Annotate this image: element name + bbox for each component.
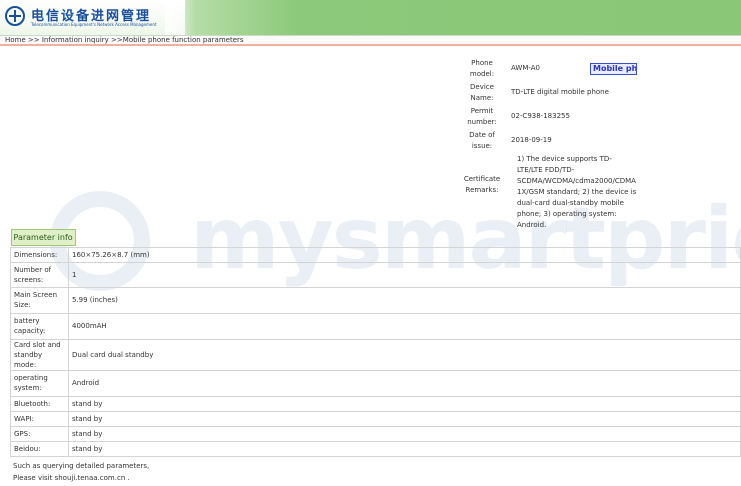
parameter-info-header: Parameter info [10,228,76,246]
table-row: Card slot and standby mode: Dual card du… [10,338,741,371]
device-name-value: TD-LTE digital mobile phone [511,88,609,96]
footer-line-2[interactable]: Please visit shouji.tenaa.com.cn . [13,472,149,484]
table-row: Dimensions: 160×75.26×8.7 (mm) [10,246,741,263]
date-value: 2018-09-19 [511,136,552,144]
date-label: Date of issue: [469,131,495,150]
device-info: Phone model: AWM-A0 Mobile phone Device … [460,56,740,229]
info-row-date: Date of issue: 2018-09-19 [460,128,740,152]
param-label: Card slot and standby mode: [10,338,69,371]
param-value: stand by [68,410,741,427]
param-label: GPS: [10,425,69,442]
table-row: operating system: Android [10,369,741,397]
device-name-label: Device Name: [470,83,494,102]
table-row: Number of screens: 1 [10,261,741,288]
banner-streak [165,0,195,35]
mobile-phone-button[interactable]: Mobile phone [590,63,637,75]
table-row: Beidou: stand by [10,440,741,457]
param-value: stand by [68,440,741,457]
table-header-row: Parameter info [10,228,741,247]
param-label: WAPI: [10,410,69,427]
param-value: stand by [68,425,741,442]
info-row-model: Phone model: AWM-A0 Mobile phone [460,56,740,80]
param-label: Beidou: [10,440,69,457]
param-value: 160×75.26×8.7 (mm) [68,246,741,263]
param-label: Number of screens: [10,261,69,288]
param-label: battery capacity: [10,312,69,340]
param-value: 1 [68,261,741,288]
remarks-value: 1) The device supports TD-LTE/LTE FDD/TD… [517,155,637,229]
param-value: stand by [68,395,741,412]
breadcrumb[interactable]: Home >> Information inquiry >>Mobile pho… [0,35,741,46]
site-logo-icon[interactable] [5,6,25,26]
permit-value: 02-C938-183255 [511,112,570,120]
info-row-device-name: Device Name: TD-LTE digital mobile phone [460,80,740,104]
model-value: AWM-A0 [511,64,540,72]
site-header: 电信设备进网管理 Telecommunication Equipment's N… [0,0,741,35]
site-subtitle: Telecommunication Equipment's Network Ac… [31,22,157,27]
table-row: GPS: stand by [10,425,741,442]
param-label: operating system: [10,369,69,397]
param-label: Bluetooth: [10,395,69,412]
param-value: Dual card dual standby [68,338,741,371]
model-label: Phone model: [469,59,495,78]
param-value: Android [68,369,741,397]
info-row-permit: Permit number: 02-C938-183255 [460,104,740,128]
table-row: battery capacity: 4000mAH [10,312,741,340]
remarks-label: Certificate Remarks: [463,175,501,194]
info-row-remarks: Certificate Remarks: 1) The device suppo… [460,152,740,229]
table-row: Bluetooth: stand by [10,395,741,412]
table-row: WAPI: stand by [10,410,741,427]
footer-line-1: Such as querying detailed parameters, [13,462,150,470]
permit-label: Permit number: [467,107,497,126]
table-row: Main Screen Size: 5.99 (inches) [10,286,741,314]
param-label: Dimensions: [10,246,69,263]
footer-note: Such as querying detailed parameters, Pl… [13,460,149,484]
parameter-table: Parameter info Dimensions: 160×75.26×8.7… [10,228,741,457]
param-value: 4000mAH [68,312,741,340]
param-value: 5.99 (inches) [68,286,741,314]
param-label: Main Screen Size: [10,286,69,314]
